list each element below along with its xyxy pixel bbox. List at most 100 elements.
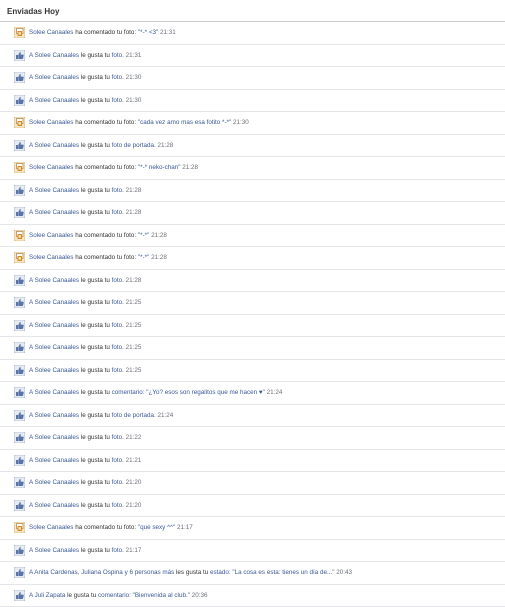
notification-actor[interactable]: A Solee Canaales [29,74,79,81]
notification-detail-link[interactable]: comentario: "Bienvenida al club." [98,592,190,599]
notification-actor[interactable]: Solee Canaales [29,29,73,36]
notification-detail-link[interactable]: foto. [112,457,124,464]
notification-actor[interactable]: A Solee Canaales [29,209,79,216]
notification-action: le gusta tu [65,592,98,599]
notification-row[interactable]: A Anita Cardenas, Juliana Ospina y 6 per… [0,562,505,585]
notification-actor[interactable]: A Solee Canaales [29,344,79,351]
notification-actor[interactable]: A Solee Canaales [29,299,79,306]
notification-actor[interactable]: A Solee Canaales [29,52,79,59]
notification-time: 21:25 [125,299,142,306]
notification-time: 21:28 [125,187,142,194]
notification-action: le gusta tu [79,142,112,149]
notification-row[interactable]: A Solee Canaales le gusta tu foto de por… [0,405,505,427]
comment-icon [14,162,25,173]
notification-actor[interactable]: A Solee Canaales [29,502,79,509]
notification-detail-link[interactable]: foto. [112,547,124,554]
notification-row[interactable]: A Solee Canaales le gusta tu foto. 21:28 [0,180,505,202]
notification-row[interactable]: A Solee Canaales le gusta tu foto. 21:22 [0,427,505,450]
notification-actor[interactable]: A Solee Canaales [29,97,79,104]
notification-row[interactable]: A Solee Canaales le gusta tu foto. 21:25 [0,292,505,315]
notification-row[interactable]: Solee Canaales ha comentado tu foto: "*-… [0,22,505,45]
notification-detail-link[interactable]: foto. [112,52,124,59]
notification-text: A Solee Canaales le gusta tu foto. 21:25 [29,321,141,330]
notification-row[interactable]: A Solee Canaales le gusta tu foto. 21:21 [0,450,505,472]
notification-row[interactable]: A Solee Canaales le gusta tu foto. 21:25 [0,315,505,337]
notification-row[interactable]: A Solee Canaales le gusta tu foto. 21:28 [0,270,505,292]
notification-row[interactable]: A Solee Canaales le gusta tu foto. 21:30 [0,90,505,112]
notification-row[interactable]: A Solee Canaales le gusta tu foto. 21:28 [0,202,505,225]
notification-time: 21:31 [125,52,142,59]
notification-detail-link[interactable]: "que sexy ^^" [138,524,175,531]
notification-actor[interactable]: A Solee Canaales [29,367,79,374]
notification-detail-link[interactable]: foto. [112,277,124,284]
notification-detail-link[interactable]: foto. [112,299,124,306]
notification-actor[interactable]: Solee Canaales [29,524,73,531]
notification-actor[interactable]: A Solee Canaales [29,277,79,284]
notification-time: 21:20 [125,479,142,486]
notification-row[interactable]: Solee Canaales ha comentado tu foto: "*-… [0,157,505,180]
notification-actor[interactable]: A Anita Cardenas, Juliana Ospina y 6 per… [29,569,174,576]
notification-row[interactable]: A Solee Canaales le gusta tu foto. 21:25 [0,337,505,360]
notification-time: 21:20 [125,502,142,509]
notification-actor[interactable]: A Solee Canaales [29,142,79,149]
notification-actor[interactable]: Solee Canaales [29,164,73,171]
notification-time: 21:25 [125,344,142,351]
notification-text: A Solee Canaales le gusta tu foto. 21:30 [29,96,141,105]
notification-action: le gusta tu [79,389,112,396]
notification-actor[interactable]: A Solee Canaales [29,457,79,464]
notification-detail-link[interactable]: "*-*" [138,254,149,261]
notification-actor[interactable]: A Solee Canaales [29,187,79,194]
notification-actor[interactable]: A Juli Zapata [29,592,65,599]
notification-row[interactable]: A Solee Canaales le gusta tu foto. 21:20 [0,472,505,495]
notification-detail-link[interactable]: "cada vez amo mas esa fotito *-*" [138,119,231,126]
notification-actor[interactable]: A Solee Canaales [29,412,79,419]
notification-detail-link[interactable]: foto. [112,344,124,351]
notification-detail-link[interactable]: "*-*" [138,232,149,239]
notification-row[interactable]: A Solee Canaales le gusta tu comentario:… [0,382,505,405]
notification-action: ha comentado tu foto: [73,119,138,126]
like-icon [14,207,25,218]
like-icon [14,72,25,83]
notification-row[interactable]: Solee Canaales ha comentado tu foto: "*-… [0,225,505,247]
notification-actor[interactable]: Solee Canaales [29,232,73,239]
notification-detail-link[interactable]: foto. [112,367,124,374]
notification-row[interactable]: A Solee Canaales le gusta tu foto. 21:20 [0,495,505,517]
notification-detail-link[interactable]: estado: "La cosa es esta: tienes un día … [210,569,335,576]
notification-detail-link[interactable]: foto. [112,187,124,194]
notification-detail-link[interactable]: comentario: "¿Yo? esos son regalitos que… [112,389,265,396]
notification-detail-link[interactable]: foto. [112,322,124,329]
notification-actor[interactable]: Solee Canaales [29,119,73,126]
notification-row[interactable]: A Solee Canaales le gusta tu foto. 21:17 [0,540,505,562]
notification-detail-link[interactable]: foto. [112,479,124,486]
notification-actor[interactable]: A Solee Canaales [29,322,79,329]
notification-actor[interactable]: A Solee Canaales [29,389,79,396]
notification-detail-link[interactable]: foto. [112,97,124,104]
notification-action: le gusta tu [79,457,112,464]
notification-detail-link[interactable]: foto de portada. [112,412,156,419]
notification-detail-link[interactable]: "*-* <3" [138,29,158,36]
notification-actor[interactable]: Solee Canaales [29,254,73,261]
notification-actor[interactable]: A Solee Canaales [29,479,79,486]
notification-detail-link[interactable]: foto de portada. [112,142,156,149]
notification-detail-link[interactable]: foto. [112,74,124,81]
notification-actor[interactable]: A Solee Canaales [29,434,79,441]
section-header: Enviadas Hoy [0,0,505,22]
notification-detail-link[interactable]: foto. [112,502,124,509]
notification-row[interactable]: Solee Canaales ha comentado tu foto: "qu… [0,517,505,540]
notification-row[interactable]: Solee Canaales ha comentado tu foto: "*-… [0,247,505,270]
notification-row[interactable]: A Solee Canaales le gusta tu foto. 21:31 [0,45,505,67]
notification-row[interactable]: A Juli Zapata le gusta tu comentario: "B… [0,585,505,607]
notification-detail-link[interactable]: "*-* neko-chan" [138,164,181,171]
notification-detail-link[interactable]: foto. [112,434,124,441]
notification-action: le gusta tu [79,344,112,351]
notification-text: A Juli Zapata le gusta tu comentario: "B… [29,591,207,600]
notification-detail-link[interactable]: foto. [112,209,124,216]
notification-actor[interactable]: A Solee Canaales [29,547,79,554]
notification-row[interactable]: A Solee Canaales le gusta tu foto. 21:25 [0,360,505,382]
notification-row[interactable]: Solee Canaales ha comentado tu foto: "ca… [0,112,505,135]
notification-row[interactable]: A Solee Canaales le gusta tu foto. 21:30 [0,67,505,90]
like-icon [14,455,25,466]
notification-row[interactable]: A Solee Canaales le gusta tu foto de por… [0,135,505,157]
notification-action: le gusta tu [79,322,112,329]
like-icon [14,432,25,443]
